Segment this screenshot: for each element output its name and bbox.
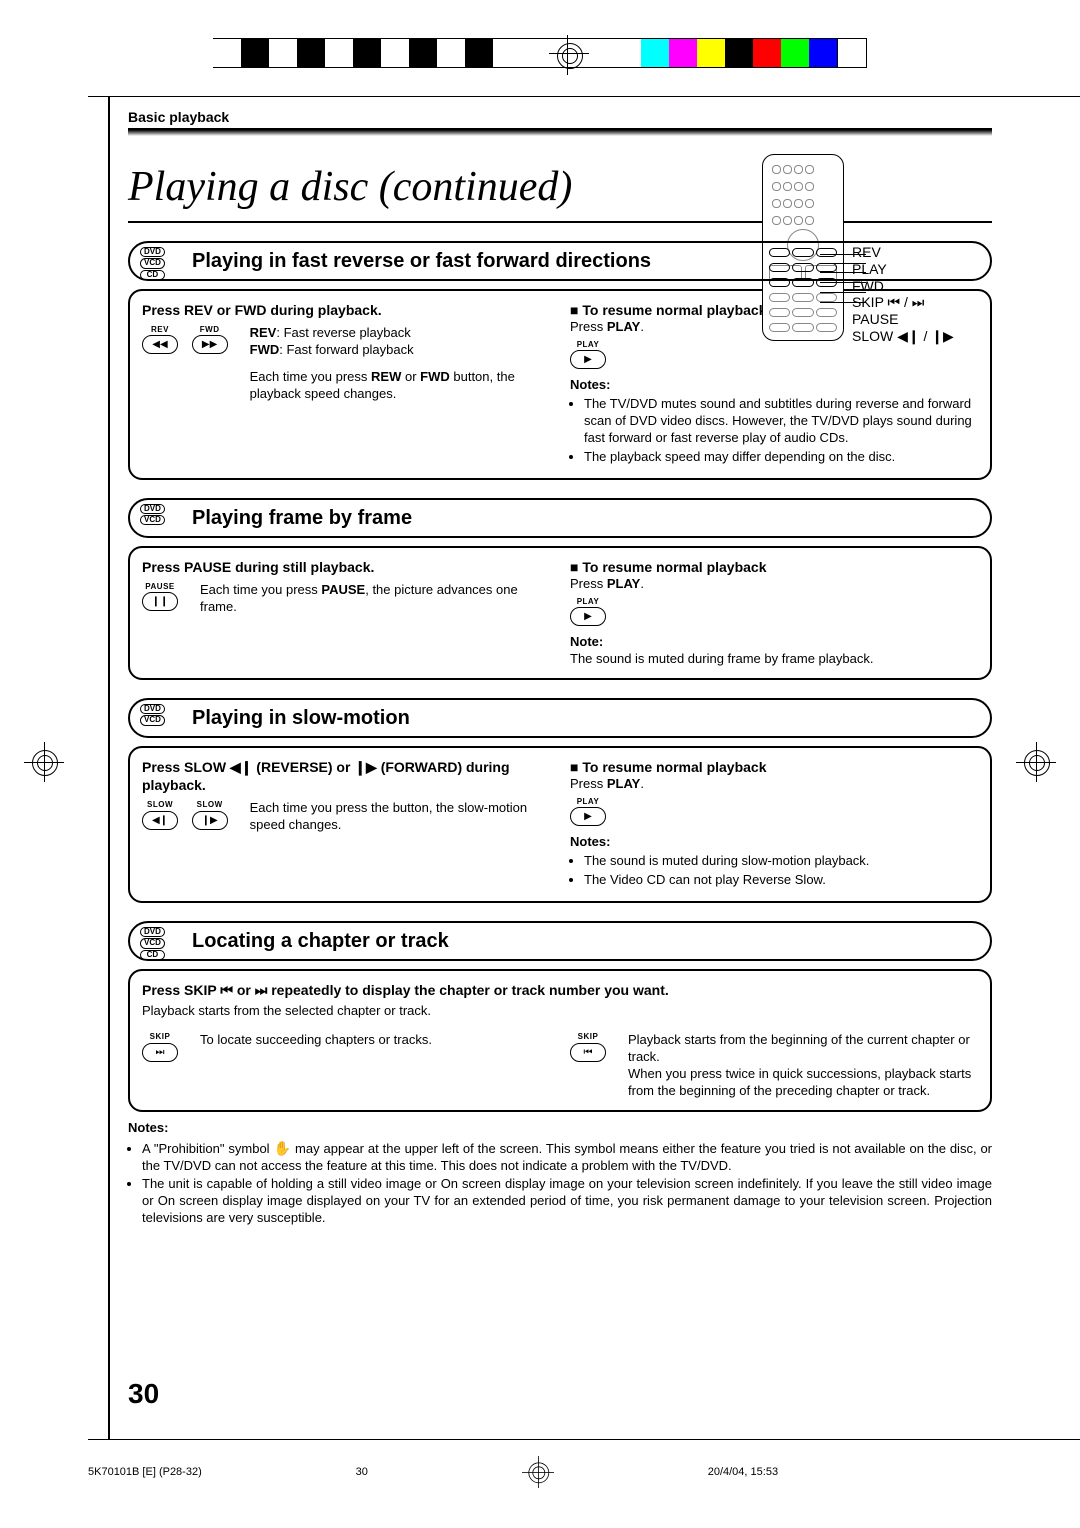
section-heading-slow: DVDVCD Playing in slow-motion [128,698,992,738]
running-head: Basic playback [128,108,992,126]
disc-badges: DVD VCD CD [140,247,165,281]
note-item: A "Prohibition" symbol ✋ may appear at t… [142,1139,992,1175]
section-body-slow: Press SLOW ◀❙ (REVERSE) or ❙▶ (FORWARD) … [128,746,992,903]
crop-line [108,96,110,1440]
print-registration-top [0,38,1080,68]
print-footer: 5K70101B [E] (P28-32) 30 20/4/04, 15:53 [88,1456,992,1488]
play-button-icon: ▶ [570,807,606,826]
slow-rev-button-icon: ◀❙ [142,811,178,830]
registration-mark-icon [28,746,60,778]
instruction-title: Press REV or FWD during playback. [142,301,550,319]
page-content: Basic playback [128,108,992,1408]
doc-id: 5K70101B [E] (P28-32) [88,1465,202,1479]
section-heading-locate: DVDVCDCD Locating a chapter or track [128,921,992,961]
hand-icon: ✋ [273,1140,291,1156]
section-body-frame: Press PAUSE during still playback. PAUSE… [128,546,992,680]
page-bottom-notes: Notes: A "Prohibition" symbol ✋ may appe… [128,1120,992,1227]
callout-pause: PAUSE [852,311,954,328]
color-bar [213,38,867,68]
note-item: The playback speed may differ depending … [584,449,978,466]
crop-line [88,1439,1080,1440]
callout-slow: SLOW ◀❙ / ❙▶ [852,328,954,345]
registration-mark-icon [525,1459,551,1485]
skip-back-button-icon: ⏮ [570,1043,606,1062]
skip-fwd-button-icon: ⏭ [142,1043,178,1062]
callout-skip: SKIP ⏮ / ⏭ [852,294,954,311]
print-page: 30 [356,1465,368,1479]
section-heading-frame: DVDVCD Playing frame by frame [128,498,992,538]
rev-button-icon: ◀◀ [142,335,178,354]
page-root: Basic playback [0,0,1080,1528]
note-item: The TV/DVD mutes sound and subtitles dur… [584,396,978,447]
play-button-icon: ▶ [570,350,606,369]
crop-line [88,96,1080,97]
print-timestamp: 20/4/04, 15:53 [708,1465,778,1479]
section-heading-fastrevfwd: DVD VCD CD Playing in fast reverse or fa… [128,241,992,281]
pause-button-icon: ❙❙ [142,592,178,611]
fwd-button-icon: ▶▶ [192,335,228,354]
slow-fwd-button-icon: ❙▶ [192,811,228,830]
note-item: The unit is capable of holding a still v… [142,1176,992,1227]
page-number: 30 [128,1376,159,1412]
play-button-icon: ▶ [570,607,606,626]
section-body-locate: Press SKIP ⏮ or ⏭ repeatedly to display … [128,969,992,1112]
registration-mark-icon [1020,746,1052,778]
registration-mark-icon [553,39,581,67]
